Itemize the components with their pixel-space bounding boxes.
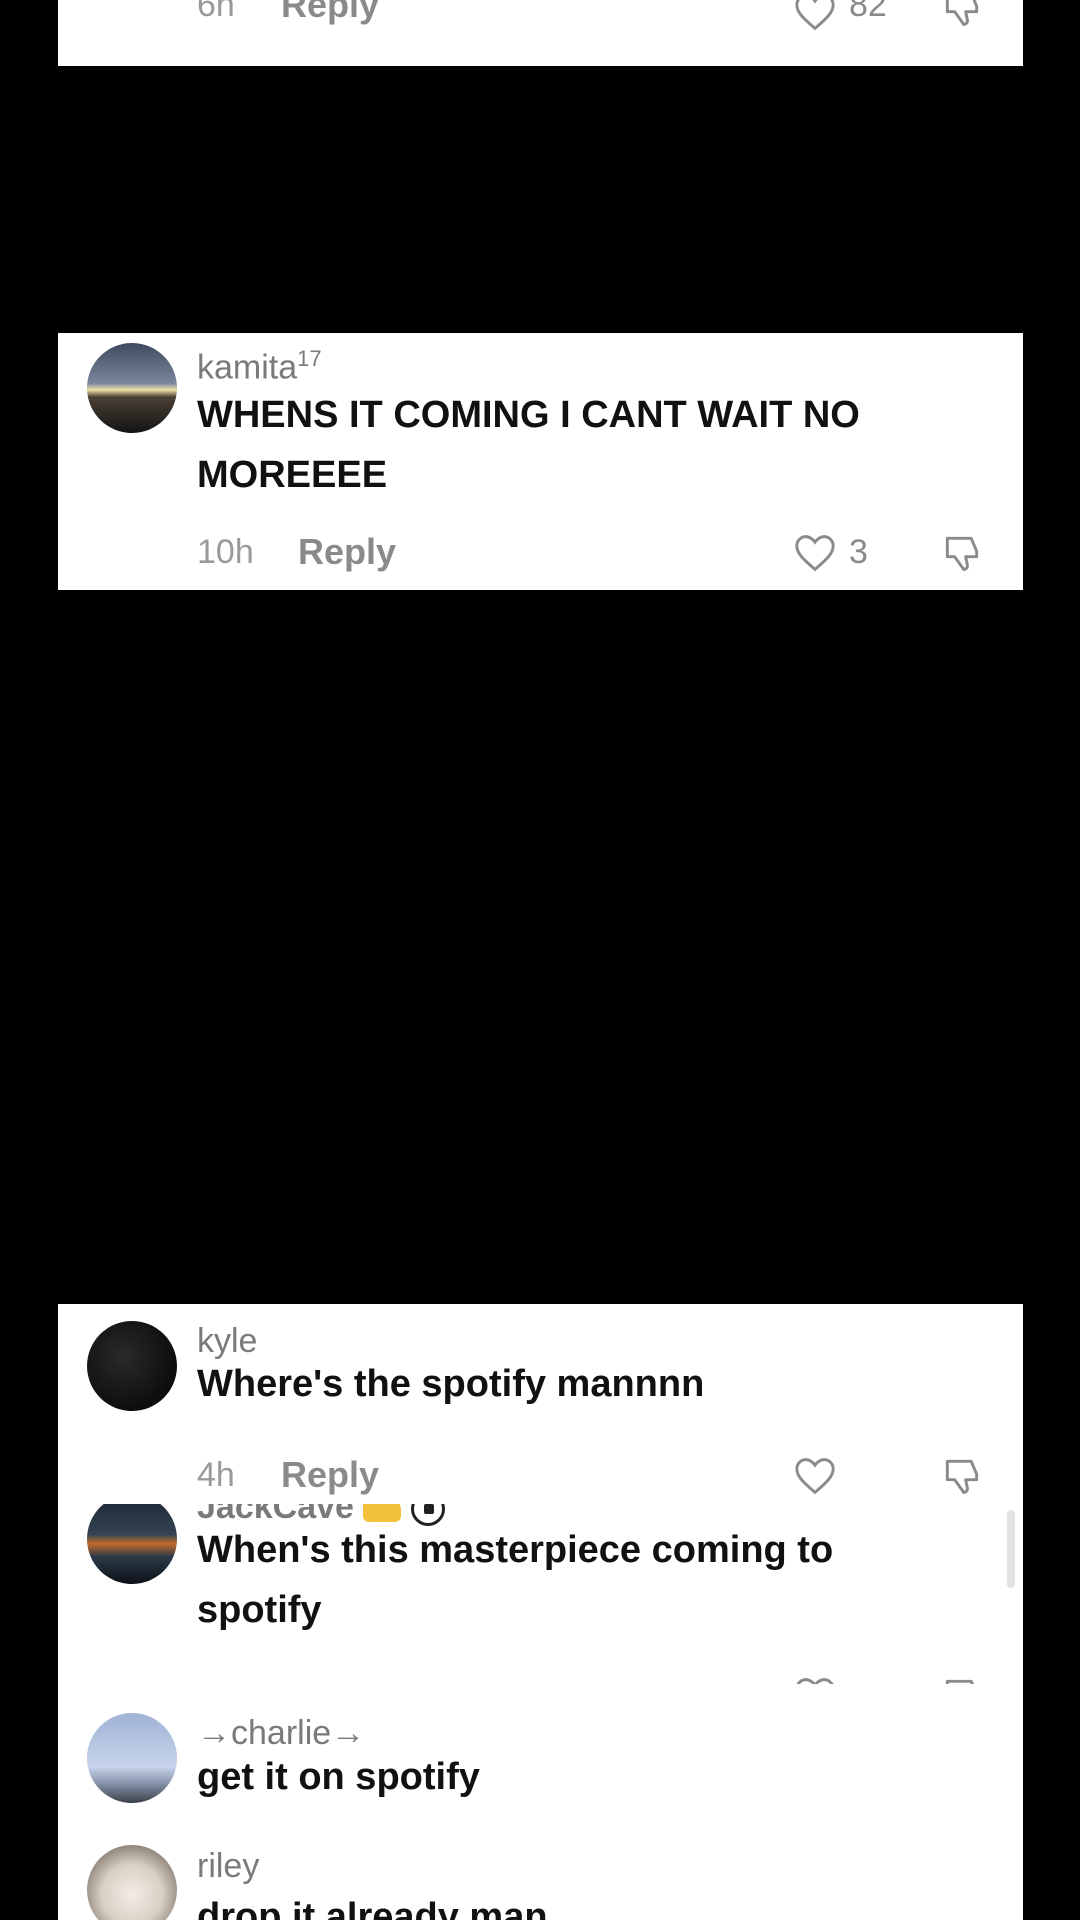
dislike-icon[interactable] — [940, 531, 984, 575]
reply-button[interactable]: Reply — [298, 531, 396, 573]
heart-icon[interactable] — [793, 533, 837, 573]
comment-card-kamita: kamita17 WHENS IT COMING I CANT WAIT NO … — [58, 333, 1023, 590]
comment-text: get it on spotify — [197, 1756, 480, 1798]
avatar[interactable] — [87, 1321, 177, 1411]
heart-icon[interactable] — [793, 0, 837, 32]
reply-button[interactable]: Reply — [281, 0, 379, 26]
dislike-icon[interactable] — [940, 0, 984, 30]
comment-text: Where's the spotify mannnn — [197, 1363, 705, 1405]
avatar[interactable] — [87, 343, 177, 433]
avatar[interactable] — [87, 1504, 177, 1584]
username[interactable]: riley — [197, 1847, 259, 1886]
like-count: 3 — [849, 533, 868, 571]
comment-time: 10h — [197, 533, 254, 571]
heart-icon[interactable] — [793, 1676, 837, 1684]
avatar[interactable] — [87, 1713, 177, 1803]
comment-text: drop it already man — [197, 1896, 548, 1920]
comment-time: 6h — [197, 0, 235, 24]
dislike-icon[interactable] — [940, 1454, 984, 1498]
comment-text: WHENS IT COMING I CANT WAIT NO MOREEEE — [197, 394, 860, 496]
comment-text: When's this masterpiece coming to spotif… — [197, 1529, 834, 1631]
dislike-icon[interactable] — [940, 1674, 984, 1684]
like-count: 82 — [849, 0, 887, 24]
reply-button[interactable]: Reply — [281, 1454, 379, 1496]
username[interactable]: kamita17 — [197, 346, 322, 387]
comment-card-list: kyle Where's the spotify mannnn 4h Reply… — [58, 1304, 1023, 1920]
comment-card-top: 6h Reply 82 — [58, 0, 1023, 66]
heart-icon[interactable] — [793, 1456, 837, 1496]
avatar[interactable] — [87, 1845, 177, 1920]
comment-time: 4h — [197, 1456, 235, 1494]
comment-jackcave: JackCave When's this masterpiece coming … — [58, 1504, 1023, 1684]
scrollbar[interactable] — [1007, 1510, 1015, 1588]
